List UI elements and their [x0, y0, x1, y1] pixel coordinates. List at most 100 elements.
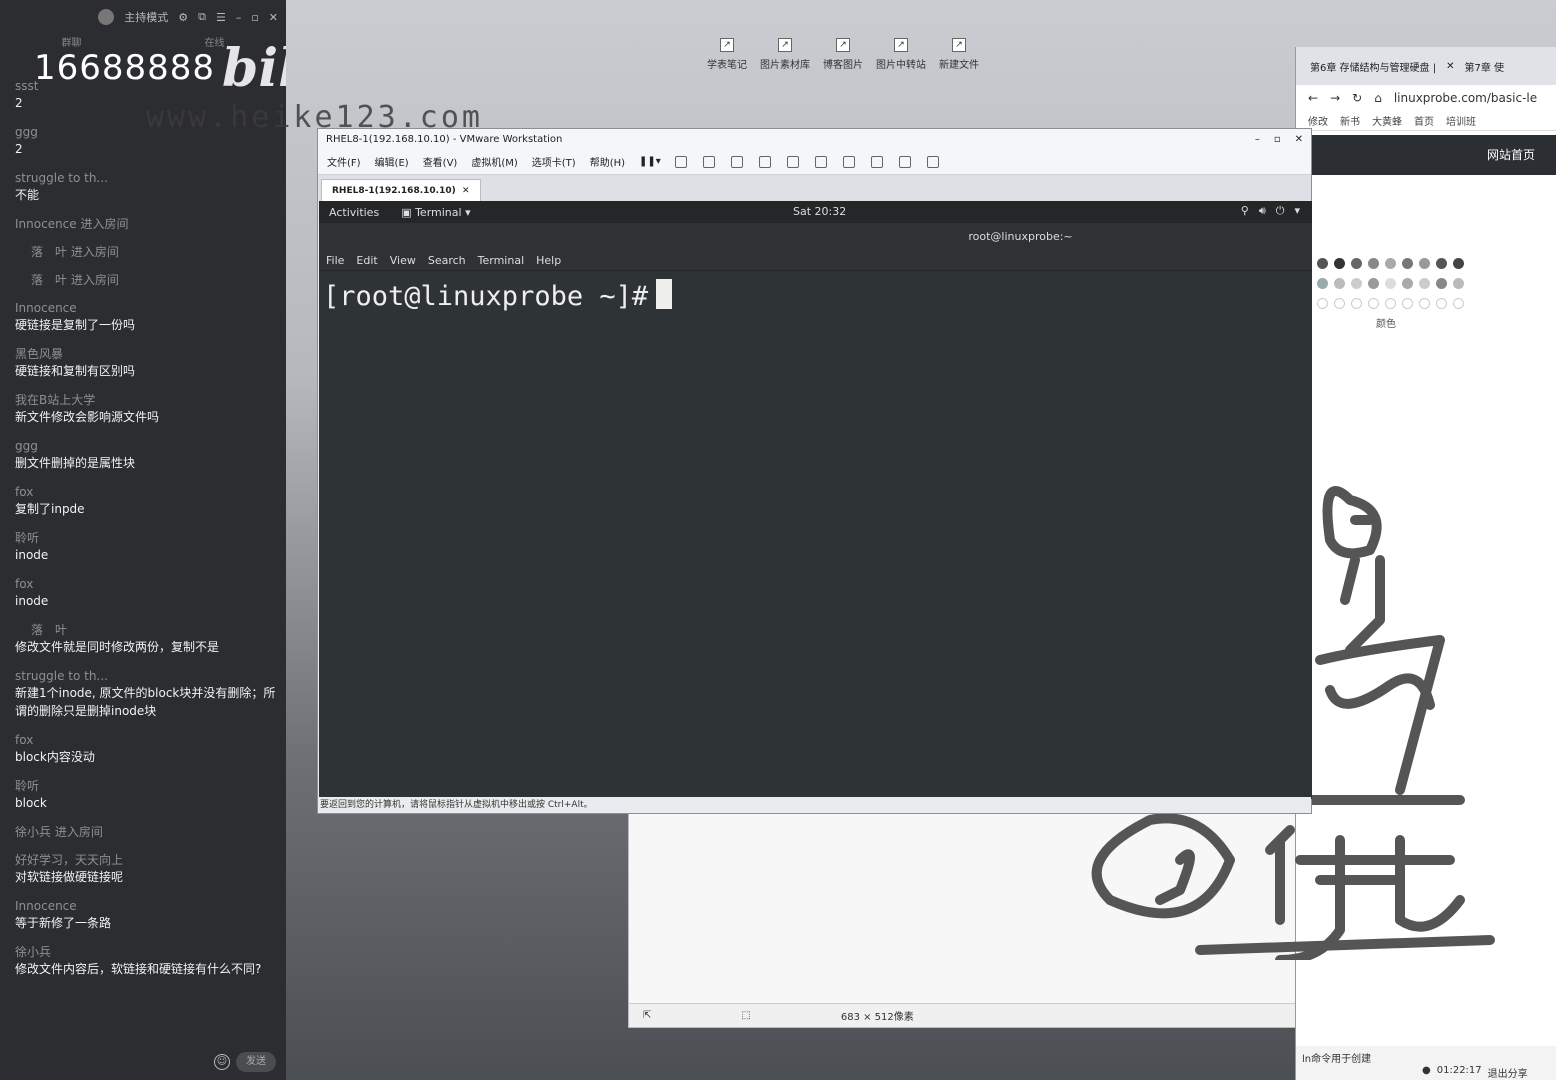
- chat-username[interactable]: 黑色风暴: [15, 346, 277, 362]
- address-bar: ← → ↻ ⌂ linuxprobe.com/basic-le: [1296, 85, 1556, 111]
- desktop-shortcut[interactable]: ↗ 博客图片: [816, 38, 870, 71]
- term-menu-edit[interactable]: Edit: [356, 254, 377, 267]
- settings-icon[interactable]: ⚙: [178, 11, 188, 24]
- avatar[interactable]: [98, 9, 115, 25]
- system-tray[interactable]: ⚲ 🔊︎ ⏻ ▾: [1241, 204, 1300, 218]
- home-icon[interactable]: ⌂: [1374, 91, 1382, 105]
- exit-share-button[interactable]: 退出分享: [1488, 1065, 1528, 1080]
- menu-edit[interactable]: 编辑(E): [375, 154, 409, 169]
- thumbnail-icon[interactable]: [814, 155, 827, 168]
- popout-icon[interactable]: ⧉: [198, 10, 206, 24]
- status-hint: 要返回到您的计算机，请将鼠标指针从虚拟机中移出或按 Ctrl+Alt。: [320, 800, 593, 810]
- term-menu-search[interactable]: Search: [428, 254, 466, 267]
- term-menu-view[interactable]: View: [390, 254, 416, 267]
- chat-username[interactable]: ggg: [15, 438, 277, 454]
- bookmark[interactable]: 修改: [1308, 113, 1328, 128]
- bookmark[interactable]: 大黄蜂: [1372, 113, 1402, 128]
- gnome-top-bar: Activities ▣ Terminal ▾ Sat 20:32 ⚲ 🔊︎ ⏻…: [319, 201, 1312, 223]
- menu-vm[interactable]: 虚拟机(M): [471, 154, 517, 169]
- chat-username[interactable]: Innocence: [15, 898, 277, 914]
- chat-username[interactable]: 落 叶 进入房间: [15, 272, 277, 288]
- vm-screen[interactable]: Activities ▣ Terminal ▾ Sat 20:32 ⚲ 🔊︎ ⏻…: [319, 201, 1312, 799]
- host-mode-label: 主持模式: [124, 11, 169, 24]
- chat-username[interactable]: struggle to th...: [15, 170, 277, 186]
- desktop-shortcut[interactable]: ↗ 图片素材库: [758, 38, 812, 71]
- menu-icon[interactable]: ☰: [216, 11, 226, 24]
- shortcut-icon: ↗: [894, 38, 908, 52]
- unity-icon[interactable]: [870, 155, 883, 168]
- chat-message: 聆听 inode: [15, 530, 277, 564]
- close-icon[interactable]: ✕: [459, 186, 470, 196]
- vmware-menubar: 文件(F) 编辑(E) 查看(V) 虚拟机(M) 选项卡(T) 帮助(H) ❚❚…: [318, 149, 1311, 175]
- clock[interactable]: Sat 20:32: [793, 205, 846, 218]
- term-menu-help[interactable]: Help: [536, 254, 561, 267]
- chat-username[interactable]: Innocence 进入房间: [15, 216, 277, 232]
- library-icon[interactable]: [786, 155, 799, 168]
- chat-header: 主持模式 ⚙ ⧉ ☰ – ▫ ✕: [0, 0, 286, 34]
- minimize-icon[interactable]: –: [236, 11, 242, 24]
- send-ctrl-alt-del-icon[interactable]: [674, 155, 687, 168]
- close-icon[interactable]: ✕: [1446, 61, 1454, 72]
- chat-username[interactable]: 落 叶: [15, 622, 277, 638]
- chat-username[interactable]: 聆听: [15, 530, 277, 546]
- desktop-shortcut[interactable]: ↗ 新建文件: [932, 38, 986, 71]
- term-menu-terminal[interactable]: Terminal: [478, 254, 525, 267]
- bookmark[interactable]: 培训班: [1446, 113, 1476, 128]
- activities-button[interactable]: Activities: [329, 206, 379, 219]
- menu-help[interactable]: 帮助(H): [590, 154, 625, 169]
- terminal-app-menu[interactable]: ▣ Terminal ▾: [401, 206, 470, 219]
- chat-username[interactable]: fox: [15, 484, 277, 500]
- maximize-icon[interactable]: ▫: [1274, 134, 1281, 145]
- close-icon[interactable]: ✕: [269, 11, 278, 24]
- forward-icon[interactable]: →: [1330, 91, 1340, 105]
- chat-username[interactable]: 徐小兵 进入房间: [15, 824, 277, 840]
- chat-text: 硬链接是复制了一份吗: [15, 318, 136, 332]
- chat-message: struggle to th... 不能: [15, 170, 277, 204]
- chat-username[interactable]: 落 叶 进入房间: [15, 244, 277, 260]
- chat-username[interactable]: Innocence: [15, 300, 277, 316]
- menu-file[interactable]: 文件(F): [327, 154, 361, 169]
- minimize-icon[interactable]: –: [1255, 134, 1260, 145]
- menu-view[interactable]: 查看(V): [423, 154, 458, 169]
- chat-message: 徐小兵 进入房间: [15, 824, 277, 840]
- desktop-shortcut[interactable]: ↗ 学表笔记: [700, 38, 754, 71]
- terminal-body[interactable]: [root@linuxprobe ~]#: [319, 271, 1312, 799]
- url-field[interactable]: linuxprobe.com/basic-le: [1394, 91, 1537, 105]
- chat-message: Innocence 进入房间: [15, 216, 277, 232]
- chat-text: 不能: [15, 188, 40, 202]
- vm-tab-label: RHEL8-1(192.168.10.10): [332, 186, 456, 196]
- stretch-icon[interactable]: [926, 155, 939, 168]
- chat-username[interactable]: struggle to th...: [15, 668, 277, 684]
- chat-username[interactable]: 我在B站上大学: [15, 392, 277, 408]
- maximize-icon[interactable]: ▫: [251, 11, 258, 24]
- snapshot-icon[interactable]: [702, 155, 715, 168]
- vm-tab[interactable]: RHEL8-1(192.168.10.10) ✕: [321, 179, 481, 201]
- reload-icon[interactable]: ↻: [1352, 91, 1362, 105]
- chat-text: inode: [15, 594, 49, 608]
- console-icon[interactable]: [898, 155, 911, 168]
- chat-username[interactable]: fox: [15, 576, 277, 592]
- emoji-icon[interactable]: ☺: [214, 1054, 230, 1070]
- revert-snapshot-icon[interactable]: [730, 155, 743, 168]
- chat-username[interactable]: 好好学习，天天向上: [15, 852, 277, 868]
- close-icon[interactable]: ✕: [1295, 134, 1303, 145]
- browser-tab[interactable]: 第7章 使: [1464, 59, 1504, 74]
- chat-username[interactable]: fox: [15, 732, 277, 748]
- chat-message: 落 叶 进入房间: [15, 244, 277, 260]
- browser-tab[interactable]: 第6章 存储结构与管理硬盘 |: [1310, 59, 1436, 74]
- menu-tabs[interactable]: 选项卡(T): [532, 154, 576, 169]
- bookmark[interactable]: 新书: [1340, 113, 1360, 128]
- fullscreen-icon[interactable]: [842, 155, 855, 168]
- bookmark[interactable]: 首页: [1414, 113, 1434, 128]
- chat-username[interactable]: 聆听: [15, 778, 277, 794]
- pause-icon[interactable]: ❚❚▾: [639, 156, 661, 167]
- send-button[interactable]: 发送: [236, 1052, 276, 1072]
- nav-home-link[interactable]: 网站首页: [1487, 148, 1535, 162]
- back-icon[interactable]: ←: [1308, 91, 1318, 105]
- chat-username[interactable]: 徐小兵: [15, 944, 277, 960]
- desktop-shortcut[interactable]: ↗ 图片中转站: [874, 38, 928, 71]
- snapshot-manager-icon[interactable]: [758, 155, 771, 168]
- color-palette[interactable]: [1314, 255, 1474, 315]
- tab-group-chat[interactable]: 群聊: [62, 34, 82, 49]
- term-menu-file[interactable]: File: [326, 254, 344, 267]
